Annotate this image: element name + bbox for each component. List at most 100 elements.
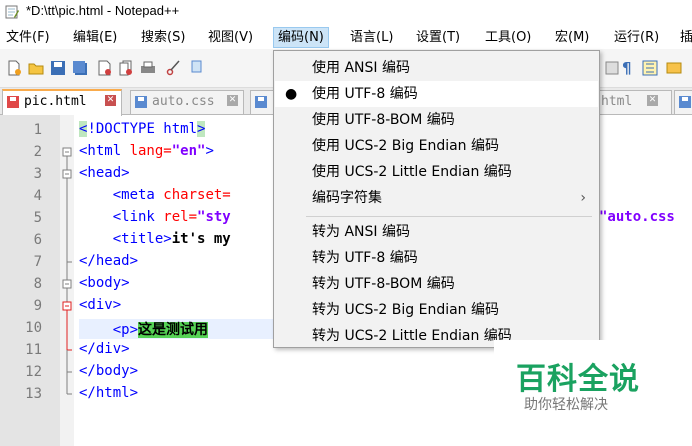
code-line-10: <p>这是测试用 — [79, 319, 273, 339]
menu-language[interactable]: 语言(L) — [350, 29, 393, 46]
show-symbols-icon[interactable]: ¶ — [622, 60, 638, 76]
token: it's my — [171, 231, 231, 247]
notepad-app-icon — [5, 5, 19, 19]
token: </html> — [79, 385, 139, 401]
code-line-7: </head> — [79, 253, 138, 269]
menu-edit[interactable]: 编辑(E) — [73, 29, 117, 46]
code-line-4: <meta charset= — [79, 187, 231, 203]
cut-icon[interactable] — [166, 60, 182, 76]
token: > — [205, 143, 214, 159]
menu-run[interactable]: 运行(R) — [614, 29, 659, 46]
new-file-icon[interactable] — [6, 60, 22, 76]
indent-guide-icon[interactable] — [642, 60, 658, 76]
menu-item-label: 使用 UTF-8 编码 — [312, 86, 418, 102]
menu-item-use-ucs2-le[interactable]: 使用 UCS-2 Little Endian 编码 — [275, 159, 598, 185]
code-line-6: <title>it's my — [79, 231, 231, 247]
menu-item-label: 使用 UCS-2 Little Endian 编码 — [312, 164, 512, 180]
code-line-5-tail: "auto.css — [599, 209, 675, 225]
menu-item-convert-ucs2-be[interactable]: 转为 UCS-2 Big Endian 编码 — [275, 297, 598, 323]
code-line-3: <head> — [79, 165, 130, 181]
submenu-arrow-icon: › — [580, 190, 586, 206]
menu-item-use-utf8-bom[interactable]: 使用 UTF-8-BOM 编码 — [275, 107, 598, 133]
code-line-8: <body> — [79, 275, 130, 291]
menu-settings[interactable]: 设置(T) — [416, 29, 460, 46]
tab-auto-css[interactable]: auto.css ✕ — [130, 90, 244, 114]
window-title: *D:\tt\pic.html - Notepad++ — [26, 3, 180, 18]
saved-disk-icon — [135, 96, 147, 108]
menu-item-convert-ansi[interactable]: 转为 ANSI 编码 — [275, 219, 598, 245]
token: rel= — [163, 209, 198, 225]
token: <meta — [79, 187, 164, 203]
tab-next[interactable] — [674, 90, 692, 114]
menu-item-label: 转为 UTF-8 编码 — [312, 250, 418, 266]
menu-item-use-ucs2-be[interactable]: 使用 UCS-2 Big Endian 编码 — [275, 133, 598, 159]
saved-disk-icon — [679, 96, 691, 108]
tab-close-icon[interactable]: ✕ — [105, 95, 116, 106]
token: </head> — [79, 253, 139, 269]
token: > — [197, 121, 206, 137]
save-icon[interactable] — [50, 60, 66, 76]
tab-close-icon[interactable]: ✕ — [647, 95, 658, 106]
menu-item-convert-utf8[interactable]: 转为 UTF-8 编码 — [275, 245, 598, 271]
token: <link — [79, 209, 164, 225]
code-line-13: </html> — [79, 385, 138, 401]
checked-bullet-icon: ● — [285, 86, 298, 102]
token: "en" — [171, 143, 206, 159]
menu-view[interactable]: 视图(V) — [208, 29, 253, 46]
token: lang= — [129, 143, 172, 159]
menu-item-label: 使用 ANSI 编码 — [312, 60, 410, 76]
menu-item-label: 使用 UCS-2 Big Endian 编码 — [312, 138, 499, 154]
close-file-icon[interactable] — [96, 60, 112, 76]
code-line-12: </body> — [79, 363, 138, 379]
menu-item-convert-utf8-bom[interactable]: 转为 UTF-8-BOM 编码 — [275, 271, 598, 297]
menu-file[interactable]: 文件(F) — [6, 29, 50, 46]
menu-plugins[interactable]: 插 — [680, 29, 692, 46]
menu-item-use-ansi[interactable]: 使用 ANSI 编码 — [275, 55, 598, 81]
code-line-5: <link rel="sty — [79, 209, 231, 225]
token: "sty — [197, 209, 231, 225]
watermark: 百科全说 助你轻松解决 — [494, 340, 692, 446]
menu-encoding[interactable]: 编码(N) — [273, 27, 329, 48]
token: <html — [79, 143, 130, 159]
menu-item-label: 转为 UCS-2 Big Endian 编码 — [312, 302, 499, 318]
token: <head> — [79, 165, 130, 181]
tab-hidden[interactable] — [250, 90, 274, 114]
menu-item-use-utf8[interactable]: ● 使用 UTF-8 编码 — [275, 81, 598, 107]
menu-macro[interactable]: 宏(M) — [555, 29, 589, 46]
tab-label: pic.html — [24, 94, 87, 109]
token: "auto.css — [599, 209, 675, 225]
tab-label: auto.css — [152, 94, 215, 109]
tab-close-icon[interactable]: ✕ — [227, 95, 238, 106]
menu-tools[interactable]: 工具(O) — [485, 29, 531, 46]
token: </body> — [79, 363, 139, 379]
unsaved-disk-icon — [7, 96, 19, 108]
token: charset= — [163, 187, 231, 203]
code-line-2: <html lang="en"> — [79, 143, 214, 159]
code-line-11: </div> — [79, 341, 130, 357]
menu-item-character-sets[interactable]: 编码字符集 › — [275, 185, 598, 211]
menu-bar: 文件(F) 编辑(E) 搜索(S) 视图(V) 编码(N) 语言(L) 设置(T… — [0, 25, 692, 49]
tab-label: html — [601, 94, 633, 109]
menu-search[interactable]: 搜索(S) — [141, 29, 185, 46]
view-icon[interactable] — [604, 60, 620, 76]
token: </div> — [79, 341, 130, 357]
close-all-icon[interactable] — [118, 60, 134, 76]
menu-item-label: 编码字符集 — [312, 190, 382, 206]
token: <p> — [79, 322, 139, 338]
token: !DOCTYPE html — [87, 121, 198, 137]
open-folder-icon[interactable] — [28, 60, 44, 76]
menu-separator — [306, 216, 592, 217]
save-all-icon[interactable] — [72, 60, 88, 76]
menu-item-label: 使用 UTF-8-BOM 编码 — [312, 112, 455, 128]
token: <title> — [79, 231, 172, 247]
tab-pic-html[interactable]: pic.html ✕ — [2, 89, 122, 116]
token: 这是测试用 — [138, 322, 209, 338]
wrap-icon[interactable] — [666, 60, 682, 76]
code-line-1: <!DOCTYPE html> — [79, 121, 206, 137]
saved-disk-icon — [255, 96, 267, 108]
title-bar: *D:\tt\pic.html - Notepad++ — [0, 0, 692, 25]
copy-icon[interactable] — [188, 60, 204, 76]
print-icon[interactable] — [140, 60, 156, 76]
menu-item-label: 转为 UTF-8-BOM 编码 — [312, 276, 455, 292]
menu-item-label: 转为 ANSI 编码 — [312, 224, 410, 240]
